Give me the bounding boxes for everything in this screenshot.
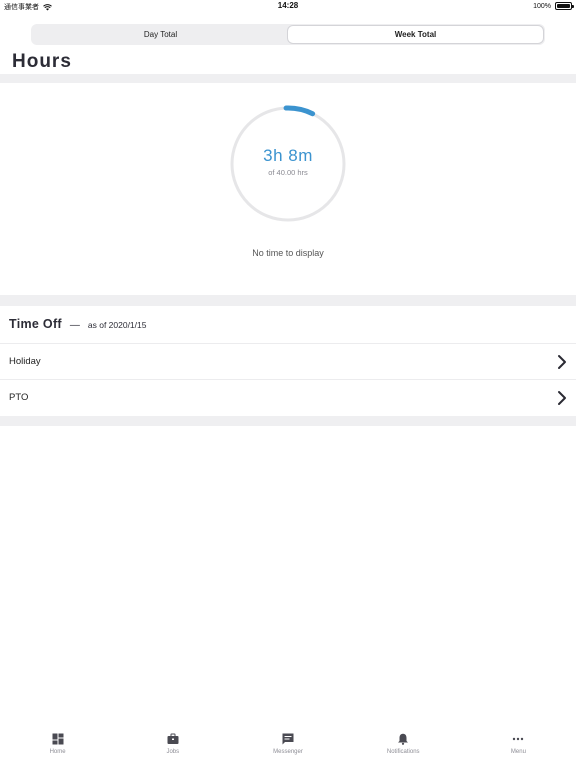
tab-messenger-label: Messenger (273, 749, 303, 755)
time-off-row-label: Holiday (9, 356, 41, 367)
chevron-right-icon (558, 355, 566, 369)
bell-icon (398, 733, 409, 745)
briefcase-icon (167, 733, 179, 744)
tab-home-label: Home (49, 749, 66, 755)
tab-messenger[interactable]: Messenger (230, 728, 345, 768)
total-segmented-control: Day Total Week Total (31, 24, 545, 45)
tab-menu[interactable]: Menu (461, 728, 576, 768)
chevron-right-icon (558, 391, 566, 405)
time-off-row-pto[interactable]: PTO (0, 379, 576, 415)
time-off-title: Time Off (9, 317, 62, 331)
time-off-header: Time Off — as of 2020/1/15 (9, 317, 146, 331)
hours-progress-ring: 3h 8m of 40.00 hrs (229, 105, 347, 223)
hours-card: 3h 8m of 40.00 hrs No time to display (0, 83, 576, 295)
tab-notifications-label: Notifications (386, 749, 420, 755)
time-off-dash: — (69, 320, 80, 331)
segment-day-total[interactable]: Day Total (33, 26, 288, 43)
battery-percent: 100% (533, 2, 551, 10)
battery-icon (555, 2, 574, 10)
hours-target: of 40.00 hrs (268, 168, 308, 177)
time-off-card: Time Off — as of 2020/1/15 Holiday PTO (0, 306, 576, 416)
section-divider (0, 295, 576, 306)
more-dots-icon (513, 737, 524, 741)
section-divider (0, 416, 576, 426)
tab-menu-label: Menu (510, 749, 526, 755)
tab-jobs-label: Jobs (166, 749, 180, 755)
time-off-as-of-date: as of 2020/1/15 (87, 320, 147, 330)
page-title: Hours (12, 51, 72, 72)
time-off-row-holiday[interactable]: Holiday (0, 343, 576, 379)
home-grid-icon (52, 733, 64, 745)
time-off-row-label: PTO (9, 392, 29, 403)
status-time: 14:28 (277, 1, 299, 10)
bottom-tab-bar: Home Jobs Messenger Notifications Menu (0, 728, 576, 768)
tab-jobs[interactable]: Jobs (115, 728, 230, 768)
tab-home[interactable]: Home (0, 728, 115, 768)
status-battery-group: 100% (533, 2, 574, 10)
section-divider (0, 74, 576, 83)
segment-week-total[interactable]: Week Total (288, 26, 543, 43)
message-icon (282, 733, 294, 745)
status-bar: 通信事業者 14:28 100% (0, 0, 576, 14)
hours-value: 3h 8m (263, 146, 313, 165)
tab-notifications[interactable]: Notifications (346, 728, 461, 768)
empty-state-message: No time to display (252, 248, 324, 258)
